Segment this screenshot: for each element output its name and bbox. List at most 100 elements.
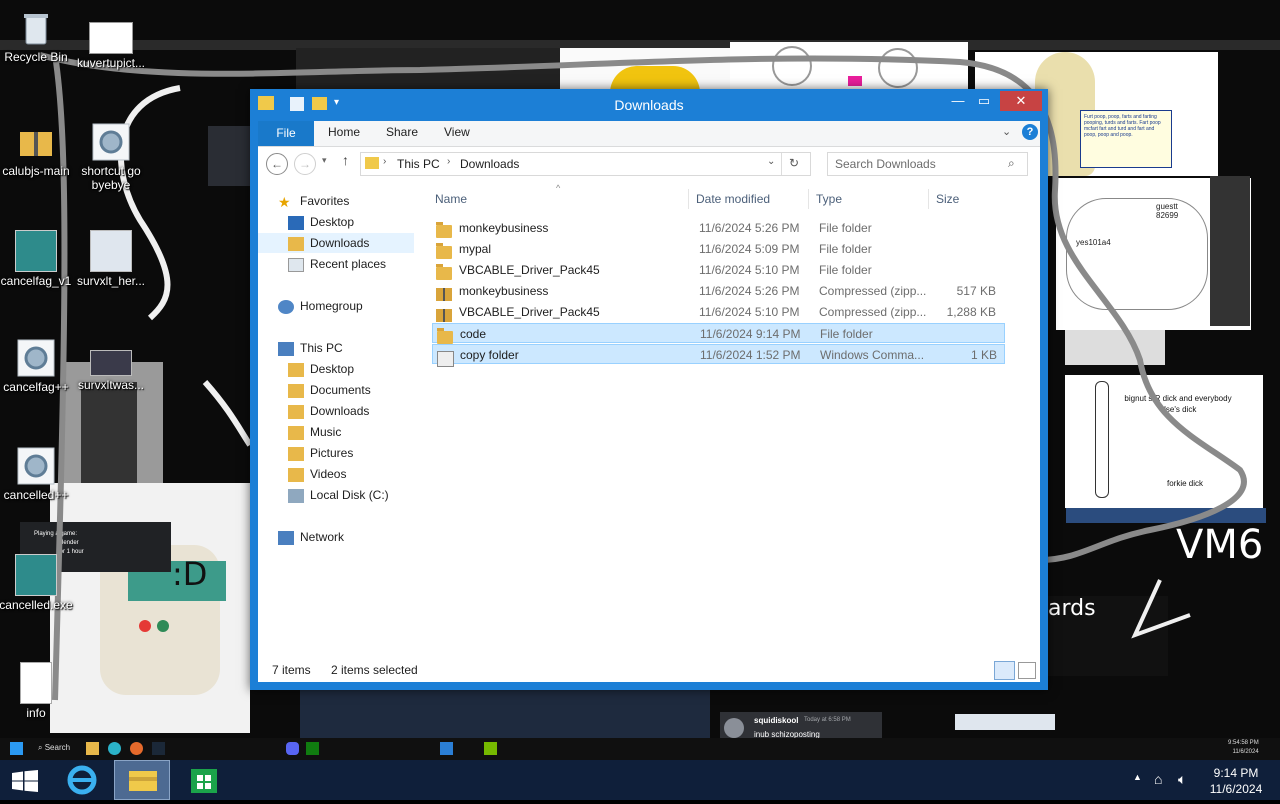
file-size: 1,288 KB <box>946 305 996 319</box>
back-button[interactable]: ← <box>266 153 288 175</box>
folder-icon <box>365 157 379 169</box>
vm-discord-icon[interactable] <box>286 742 299 755</box>
nav-label: Favorites <box>300 194 350 208</box>
nav-favorites[interactable]: ★ Favorites <box>278 191 349 211</box>
nav-homegroup[interactable]: Homegroup <box>278 296 363 316</box>
column-divider[interactable] <box>808 189 809 209</box>
file-explorer-button[interactable] <box>114 760 170 800</box>
nav-pc-videos[interactable]: Videos <box>288 464 346 484</box>
shortcut-gear-icon <box>16 338 56 378</box>
vm-edge-icon[interactable] <box>108 742 121 755</box>
desktop-icon-survxltwas[interactable]: survxltwas... <box>71 350 151 392</box>
tab-share[interactable]: Share <box>386 125 418 139</box>
search-input[interactable]: Search Downloads ⌕ <box>827 152 1028 176</box>
details-view-button[interactable] <box>994 661 1015 680</box>
column-header-size[interactable]: Size <box>936 189 959 209</box>
folder-icon <box>288 467 304 482</box>
status-bar: 7 items 2 items selected <box>258 659 1040 682</box>
clock[interactable]: 9:14 PM 11/6/2024 <box>1204 765 1268 797</box>
nav-favorites-desktop[interactable]: Desktop <box>288 212 354 232</box>
store-button[interactable] <box>176 760 232 800</box>
vm-xbox-icon[interactable] <box>306 742 319 755</box>
desktop-icon-kuvertupict[interactable]: kuvertupict... <box>71 18 151 70</box>
file-date: 11/6/2024 5:26 PM <box>699 221 800 235</box>
nav-pc-pictures[interactable]: Pictures <box>288 443 353 463</box>
file-row[interactable]: code 11/6/2024 9:14 PM File folder <box>432 323 1005 345</box>
nav-pc-music[interactable]: Music <box>288 422 341 442</box>
title-bar[interactable]: ▾ Downloads — ▭ ✕ <box>250 89 1048 121</box>
vm-nvidia-icon[interactable] <box>484 742 497 755</box>
folder-icon <box>437 328 453 345</box>
minimize-button[interactable]: — <box>950 91 966 111</box>
column-header-type[interactable]: Type <box>816 189 842 209</box>
windows-start-button[interactable] <box>12 770 38 795</box>
file-row[interactable]: monkeybusiness 11/6/2024 5:26 PM File fold… <box>432 218 1005 241</box>
nav-pc-desktop[interactable]: Desktop <box>288 359 354 379</box>
desktop-icon-survxlt-her[interactable]: survxlt_her... <box>71 230 151 288</box>
nav-this-pc[interactable]: This PC <box>278 338 343 358</box>
help-icon[interactable]: ? <box>1022 124 1038 140</box>
tab-view[interactable]: View <box>444 125 470 139</box>
taskbar: ▲ ⌂ 🔈︎ 9:14 PM 11/6/2024 <box>0 760 1280 800</box>
vm-inner-taskbar: ⌕ Search 9:54:58 PM 11/6/2024 <box>0 738 1280 760</box>
nav-network[interactable]: Network <box>278 527 344 547</box>
desktop-icon-label: survxlt_her... <box>76 274 146 288</box>
selected-count: 2 items selected <box>331 663 418 677</box>
nav-pc-local-disk[interactable]: Local Disk (C:) <box>288 485 389 505</box>
show-hidden-icons-button[interactable]: ▲ <box>1133 772 1142 782</box>
nav-favorites-downloads[interactable]: Downloads <box>258 233 414 253</box>
expand-ribbon-icon[interactable]: ⌄ <box>1002 125 1011 138</box>
column-header-date[interactable]: Date modified <box>696 189 770 209</box>
tab-file[interactable]: File <box>258 121 314 146</box>
breadcrumb-chevron-icon: › <box>383 156 387 167</box>
desktop-icon-recycle-bin[interactable]: Recycle Bin <box>0 8 76 64</box>
close-button[interactable]: ✕ <box>1000 91 1042 111</box>
breadcrumb-downloads[interactable]: Downloads <box>460 157 519 171</box>
desktop-icon-calubjs[interactable]: calubjs-main <box>0 122 76 178</box>
vm-steam-icon[interactable] <box>152 742 165 755</box>
refresh-icon[interactable]: ↻ <box>789 156 799 170</box>
maximize-button[interactable]: ▭ <box>976 91 992 111</box>
vm-explorer-icon[interactable] <box>86 742 99 755</box>
column-divider[interactable] <box>688 189 689 209</box>
shortcut-gear-icon <box>16 446 56 486</box>
address-dropdown-icon[interactable]: ⌄ <box>767 156 775 167</box>
vm-firefox-icon[interactable] <box>130 742 143 755</box>
folder-icon <box>288 446 304 461</box>
desktop-icon-shortcut-go-byebye[interactable]: shortcut go byebye <box>71 122 151 192</box>
game-name: Blender <box>58 540 79 546</box>
vm-clock[interactable]: 9:54:58 PM 11/6/2024 <box>1228 739 1259 757</box>
desktop-icon-info[interactable]: info <box>0 662 76 720</box>
desktop-icon-cancelfag-plus[interactable]: cancelfag++ <box>0 338 76 394</box>
nav-recent-places[interactable]: Recent places <box>288 254 386 274</box>
desktop-icon-cancelled-exe[interactable]: cancelled.exe <box>0 554 76 612</box>
vm-search-button[interactable]: ⌕ Search <box>38 743 70 753</box>
file-row[interactable]: mypal 11/6/2024 5:09 PM File folder <box>432 239 1005 260</box>
desktop-icon-cancelled-plus[interactable]: cancelled++ <box>0 446 76 502</box>
column-divider[interactable] <box>928 189 929 209</box>
file-row[interactable]: copy folder 11/6/2024 1:52 PM Windows Comm… <box>432 344 1005 367</box>
vm-start-icon[interactable] <box>10 742 23 755</box>
file-row[interactable]: VBCABLE_Driver_Pack45 11/6/2024 5:10 PM Co… <box>432 302 1005 323</box>
desktop-icon-label: cancelfag_v1 <box>0 274 72 288</box>
vm-app-icon[interactable] <box>440 742 453 755</box>
volume-icon[interactable]: 🔈︎ <box>1178 771 1186 788</box>
nav-pc-downloads[interactable]: Downloads <box>288 401 369 421</box>
up-button[interactable]: ↑ <box>342 152 349 168</box>
desktop-icon-label: cancelled.exe <box>0 598 73 612</box>
breadcrumb-this-pc[interactable]: This PC <box>397 157 440 171</box>
network-icon[interactable]: ⌂ <box>1154 771 1162 787</box>
forward-button[interactable]: → <box>294 153 316 175</box>
tab-home[interactable]: Home <box>328 125 360 139</box>
column-header-name[interactable]: Name <box>435 189 467 209</box>
nav-pc-documents[interactable]: Documents <box>288 380 371 400</box>
search-icon[interactable]: ⌕ <box>1008 156 1015 171</box>
file-row[interactable]: VBCABLE_Driver_Pack45 11/6/2024 5:10 PM Fi… <box>432 260 1005 281</box>
file-row[interactable]: monkeybusiness 11/6/2024 5:26 PM Compresse… <box>432 281 1005 302</box>
address-bar[interactable]: › This PC › Downloads ⌄ ↻ <box>360 152 811 176</box>
internet-explorer-button[interactable] <box>54 760 110 800</box>
desktop-icon-cancelfag-v1[interactable]: cancelfag_v1 <box>0 230 76 288</box>
recent-locations-icon[interactable]: ▾ <box>322 155 327 166</box>
large-icons-view-button[interactable] <box>1018 662 1036 679</box>
file-icon-cell <box>436 221 452 241</box>
